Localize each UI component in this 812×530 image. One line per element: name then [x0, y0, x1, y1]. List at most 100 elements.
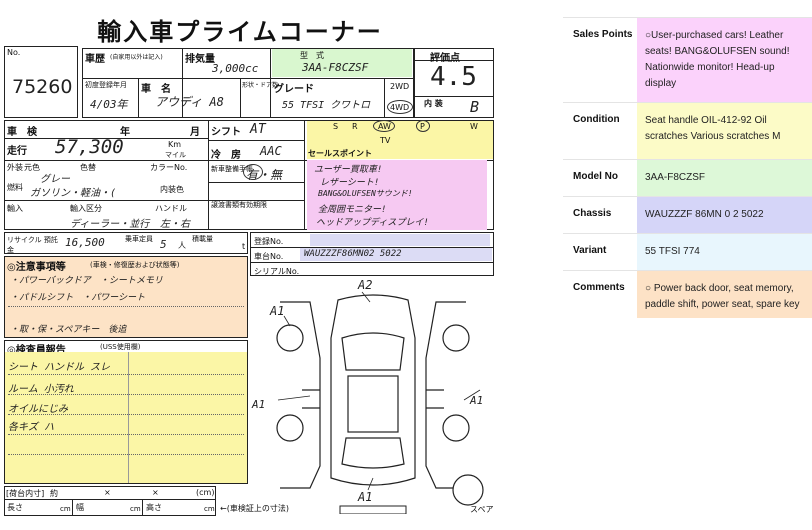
inspection-label: 車 検: [7, 127, 37, 138]
drive-4wd-circle: [387, 100, 413, 114]
auction-sheet: 輸入車プライムコーナー No. 75260 車歴 (自家用以外は記入) 排気量 …: [0, 0, 500, 530]
cargo-x1: ×: [104, 488, 111, 497]
chassis-label: 車台No.: [254, 252, 284, 261]
windshield-outline: [341, 332, 405, 371]
sales-point-2: レザーシート!: [320, 178, 380, 188]
mile-label: マイル: [165, 151, 186, 159]
damage-diagram: [276, 291, 484, 514]
inspector-sublabel: (USS使用欄): [100, 343, 141, 351]
reg-no-label: 登録No.: [254, 237, 284, 246]
notes-label: ◎注意事項等: [7, 262, 66, 273]
info-key-chassis: Chassis: [573, 208, 612, 219]
spare-tire-circle: [452, 474, 484, 506]
fuel-value: ガソリン・軽油・(: [30, 188, 117, 199]
option-tv: TV: [380, 136, 391, 145]
load-label: 積載量: [192, 235, 213, 243]
info-value-variant: 55 TFSI 774: [637, 234, 812, 270]
capacity-label: 乗車定員: [125, 235, 153, 243]
import-value: ディーラー・並行: [70, 219, 150, 230]
wheel-rear-left: [276, 414, 304, 442]
damage-mark-a1-left-side: A1: [252, 398, 266, 411]
damage-mark-a1-rear: A1: [358, 490, 373, 504]
reg-no-masked: [310, 234, 490, 246]
history-sublabel: (自家用以外は記入): [110, 54, 163, 61]
sales-point-3: BANG&OLUFSENサウンド!: [318, 189, 413, 198]
ac-label: 冷 房: [211, 150, 241, 161]
interior-grade: B: [470, 98, 480, 116]
sales-point-1: ユーザー買取車!: [314, 165, 383, 175]
doors-label: 形状・ドア数: [242, 82, 279, 89]
inspector-note-1: シート ハンドル スレ: [8, 362, 111, 373]
inspection-month-label: 月: [190, 127, 200, 138]
load-unit: t: [242, 242, 246, 251]
model-type-label: 型 式: [300, 51, 324, 60]
damage-mark-a2-front: A2: [358, 278, 373, 292]
model-type-value: 3AA-F8CZSF: [302, 61, 369, 74]
inspector-note-3: オイルにじみ: [8, 404, 68, 415]
option-s: S: [333, 122, 339, 131]
ac-value: AAC: [260, 144, 282, 158]
wheel-rear-right: [442, 414, 470, 442]
grade-label: グレード: [274, 84, 314, 95]
transfer-doc-label: 譲渡書類有効期限: [211, 201, 267, 209]
shift-label: シフト: [211, 127, 241, 138]
fuel-label: 燃料: [7, 183, 23, 192]
import-label: 輸入: [7, 204, 23, 213]
handle-label: ハンドル: [155, 204, 187, 213]
sheet-title: 輸入車プライムコーナー: [97, 17, 383, 46]
damage-mark-a1-right: A1: [470, 394, 484, 407]
sales-point-label: セールスポイント: [308, 149, 372, 158]
info-value-chassis: WAUZZZF 86MN 0 2 5022: [637, 197, 812, 233]
capacity-value: 5: [160, 238, 167, 251]
info-row-model-no: Model No 3AA-F8CZSF: [563, 159, 812, 196]
cargo-cm: (cm): [196, 488, 215, 497]
inspector-note-2: ルーム 小汚れ: [8, 384, 74, 395]
grade-value: 55 TFSI クワトロ: [282, 100, 371, 111]
option-r: R: [352, 122, 358, 131]
first-registration-value: 4/03年: [90, 98, 128, 111]
outer-color-label: 外装: [7, 163, 23, 172]
inspector-note-4: 各キズ ハ: [8, 422, 55, 433]
info-row-comments: Comments ○ Power back door, seat memory,…: [563, 270, 812, 318]
wheel-front-left: [276, 324, 304, 352]
option-p-circle: [416, 120, 430, 132]
displacement-value: 3,000cc: [212, 62, 259, 75]
color-change-label: 色替: [80, 163, 96, 172]
capacity-unit: 人: [178, 241, 186, 250]
length-label: 長さ: [7, 503, 23, 512]
info-value-sales-points: ○User-purchased cars! Leather seats! BAN…: [637, 18, 812, 102]
cargo-about: 約: [50, 489, 58, 498]
drive-2wd: 2WD: [390, 82, 410, 91]
info-key-condition: Condition: [573, 114, 620, 125]
interior-label: 内 装: [424, 99, 443, 108]
info-value-model-no: 3AA-F8CZSF: [637, 160, 812, 196]
car-name-value: アウディ A8: [155, 95, 224, 109]
color-no-label: カラーNo.: [150, 163, 188, 172]
info-key-sales-points: Sales Points: [573, 29, 633, 40]
inner-color-label: 内装色: [160, 185, 184, 194]
height-cm: cm: [204, 505, 215, 513]
cargo-label: [荷台内寸]: [6, 489, 45, 498]
displacement-label: 排気量: [185, 54, 215, 65]
history-label: 車歴: [85, 54, 105, 65]
color-value: グレー: [40, 174, 70, 185]
height-label: 高さ: [146, 503, 162, 512]
chassis-value: WAUZZZF86MN02 5022: [304, 249, 402, 259]
length-cm: cm: [60, 505, 71, 513]
spare-label: スペア: [470, 505, 494, 514]
note-line-3: ・取・保・スペアキー 後追: [10, 325, 127, 335]
option-w: W: [470, 122, 478, 131]
sales-point-4: 全周囲モニター!: [318, 205, 387, 215]
lot-number: 75260: [12, 76, 73, 98]
orig-color-label: 元色: [24, 163, 40, 172]
recycle-value: 16,500: [65, 236, 105, 249]
inspection-dim-note: ←(車検証上の寸法): [220, 504, 289, 513]
recycle-label: リサイクル 預託金: [7, 236, 58, 254]
note-line-1: ・パワーバックドア ・シートメモリ: [10, 276, 163, 286]
mileage-label: 走行: [7, 146, 27, 157]
rating-value: 4.5: [430, 62, 477, 92]
info-row-sales-points: Sales Points ○User-purchased cars! Leath…: [563, 17, 812, 102]
notes-sublabel: (車検・修復歴および状態等): [90, 261, 180, 269]
sales-point-5: ヘッドアップディスプレイ!: [316, 218, 429, 228]
info-key-variant: Variant: [573, 245, 607, 256]
